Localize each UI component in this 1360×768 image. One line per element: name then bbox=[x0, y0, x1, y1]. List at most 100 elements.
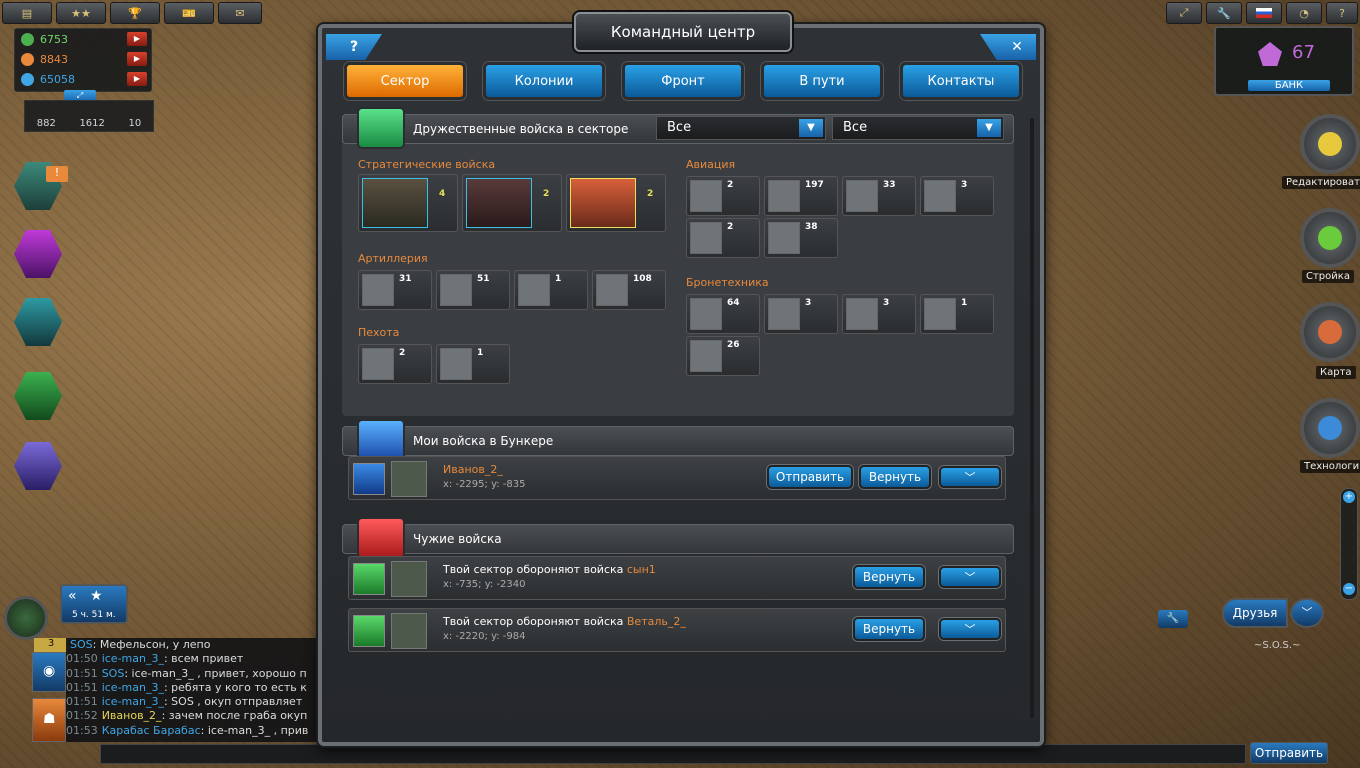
player-name[interactable]: Иванов_2_ bbox=[443, 463, 503, 476]
shield-icon bbox=[353, 563, 385, 595]
unit-card[interactable]: 2 bbox=[566, 174, 666, 232]
return-button[interactable]: Вернуть bbox=[859, 465, 931, 489]
crystal-shop-icon[interactable] bbox=[14, 230, 62, 278]
tab-contacts[interactable]: Контакты bbox=[900, 62, 1022, 100]
tab-sector[interactable]: Сектор bbox=[344, 62, 466, 100]
filter-dropdown-2[interactable]: Все ▼ bbox=[832, 116, 1004, 140]
unit-card[interactable]: 1 bbox=[514, 270, 588, 310]
chat-input[interactable] bbox=[100, 744, 1246, 764]
unit-card[interactable]: 1 bbox=[436, 344, 510, 384]
unit-card[interactable]: 2 bbox=[358, 344, 432, 384]
friends-button[interactable]: Друзья bbox=[1222, 598, 1288, 628]
runner-icon: ★ bbox=[90, 588, 103, 604]
friends-expand-button[interactable]: ﹀ bbox=[1290, 598, 1324, 628]
return-button[interactable]: Вернуть bbox=[853, 565, 925, 589]
unit-card[interactable]: 51 bbox=[436, 270, 510, 310]
mail-button[interactable]: ✉ bbox=[218, 2, 262, 24]
unit-card[interactable]: 2 bbox=[686, 218, 760, 258]
expand-button[interactable]: ﹀ bbox=[939, 566, 1001, 588]
expand-button[interactable]: ﹀ bbox=[939, 618, 1001, 640]
chevron-down-icon: ﹀ bbox=[964, 471, 976, 484]
unit-card[interactable]: 197 bbox=[764, 176, 838, 216]
timer-text: 5 ч. 51 м. bbox=[72, 610, 116, 620]
unit-card[interactable]: 64 bbox=[686, 294, 760, 334]
resource-row: 6753 ▶ bbox=[15, 29, 151, 49]
unit-card[interactable]: 2 bbox=[462, 174, 562, 232]
buy-resource-button[interactable]: ▶ bbox=[127, 52, 147, 66]
friendly-section: Дружественные войска в секторе Все ▼ Все ▼… bbox=[342, 107, 1014, 416]
avatar bbox=[391, 561, 427, 597]
unit-card[interactable]: 38 bbox=[764, 218, 838, 258]
rank-stars-button[interactable]: ★★ bbox=[56, 2, 106, 24]
send-button[interactable]: Отправить bbox=[767, 465, 853, 489]
language-button[interactable] bbox=[1246, 2, 1282, 24]
titanium-icon bbox=[21, 52, 34, 66]
unit-icon bbox=[846, 180, 878, 212]
unit-card[interactable]: 26 bbox=[686, 336, 760, 376]
tab-in-transit[interactable]: В пути bbox=[761, 62, 883, 100]
shield-icon bbox=[353, 463, 385, 495]
unit-card[interactable]: 2 bbox=[686, 176, 760, 216]
avatar bbox=[391, 613, 427, 649]
zoom-out-icon[interactable]: − bbox=[1343, 583, 1355, 595]
flag-icon bbox=[1256, 8, 1272, 18]
help-top-button[interactable]: ? bbox=[1326, 2, 1358, 24]
settings-button[interactable]: 🔧 bbox=[1206, 2, 1242, 24]
unit-card[interactable]: 1 bbox=[920, 294, 994, 334]
filter-dropdown-1[interactable]: Все ▼ bbox=[656, 116, 826, 140]
unit-icon bbox=[518, 274, 550, 306]
avatar bbox=[391, 461, 427, 497]
unit-card[interactable]: 3 bbox=[920, 176, 994, 216]
tech-button[interactable] bbox=[1300, 398, 1360, 458]
chat-send-button[interactable]: Отправить bbox=[1250, 742, 1328, 764]
profile-button[interactable]: ▤ bbox=[2, 2, 52, 24]
green-building-icon[interactable] bbox=[14, 372, 62, 420]
zoom-slider[interactable]: + − bbox=[1340, 488, 1358, 600]
help-button[interactable]: ? bbox=[326, 34, 382, 60]
coordinates: x: -2295; y: -835 bbox=[443, 479, 526, 490]
crystal-icon bbox=[1258, 42, 1282, 66]
category-aviation: Авиация bbox=[686, 158, 736, 171]
unit-icon bbox=[690, 180, 722, 212]
tab-colonies[interactable]: Колонии bbox=[483, 62, 605, 100]
ticket-button[interactable]: 🎫 bbox=[164, 2, 214, 24]
buy-resource-button[interactable]: ▶ bbox=[127, 72, 147, 86]
unit-card[interactable]: 31 bbox=[358, 270, 432, 310]
friends-settings-button[interactable]: 🔧 bbox=[1158, 610, 1188, 628]
buy-resource-button[interactable]: ▶ bbox=[127, 32, 147, 46]
unit-card[interactable]: 3 bbox=[842, 294, 916, 334]
tower-icon[interactable] bbox=[14, 442, 62, 490]
close-button[interactable]: ✕ bbox=[980, 34, 1036, 60]
expand-button[interactable]: ﹀ bbox=[939, 466, 1001, 488]
fullscreen-button[interactable]: ⤢ bbox=[1166, 2, 1202, 24]
unit-card[interactable]: 33 bbox=[842, 176, 916, 216]
unit-card[interactable]: 108 bbox=[592, 270, 666, 310]
filter-value: Все bbox=[843, 120, 868, 135]
unit-card[interactable]: 3 bbox=[764, 294, 838, 334]
unit-card[interactable]: 4 bbox=[358, 174, 458, 232]
ticket-icon: 🎫 bbox=[182, 6, 196, 20]
wrench-icon: 🔧 bbox=[1166, 613, 1180, 624]
chat-line: 01:51 ice-man_3_: ребята у кого то есть к bbox=[66, 680, 307, 694]
resource-row: 65058 ▶ bbox=[15, 69, 151, 89]
window-scrollbar[interactable] bbox=[1030, 118, 1034, 718]
tab-front[interactable]: Фронт bbox=[622, 62, 744, 100]
sound-button[interactable]: ◔ bbox=[1286, 2, 1322, 24]
unit-icon bbox=[768, 298, 800, 330]
friendly-icon bbox=[357, 107, 405, 149]
alliance-button[interactable]: ☗ bbox=[32, 698, 66, 742]
base-building-icon[interactable] bbox=[14, 298, 62, 346]
bank-panel[interactable]: 67 БАНК bbox=[1214, 26, 1354, 96]
return-button[interactable]: Вернуть bbox=[853, 617, 925, 641]
build-button[interactable] bbox=[1300, 208, 1360, 268]
zoom-in-icon[interactable]: + bbox=[1343, 491, 1355, 503]
chat-line: 01:51 ice-man_3_: SOS , окуп отправляет bbox=[66, 695, 303, 709]
chat-log[interactable]: SOS: Мефельсон, у лепо 01:50 ice-man_3_: … bbox=[66, 638, 320, 742]
broadcast-button[interactable]: ◉ bbox=[32, 652, 66, 692]
map-button[interactable] bbox=[1300, 302, 1360, 362]
trophy-button[interactable]: 🏆 bbox=[110, 2, 160, 24]
timer-panel[interactable]: « ★ 5 ч. 51 м. bbox=[60, 584, 128, 624]
edit-button[interactable] bbox=[1300, 114, 1360, 174]
alert-badge: ! bbox=[46, 166, 68, 182]
chat-line: 01:51 SOS: ice-man_3_ , привет, хорошо п bbox=[66, 666, 307, 680]
